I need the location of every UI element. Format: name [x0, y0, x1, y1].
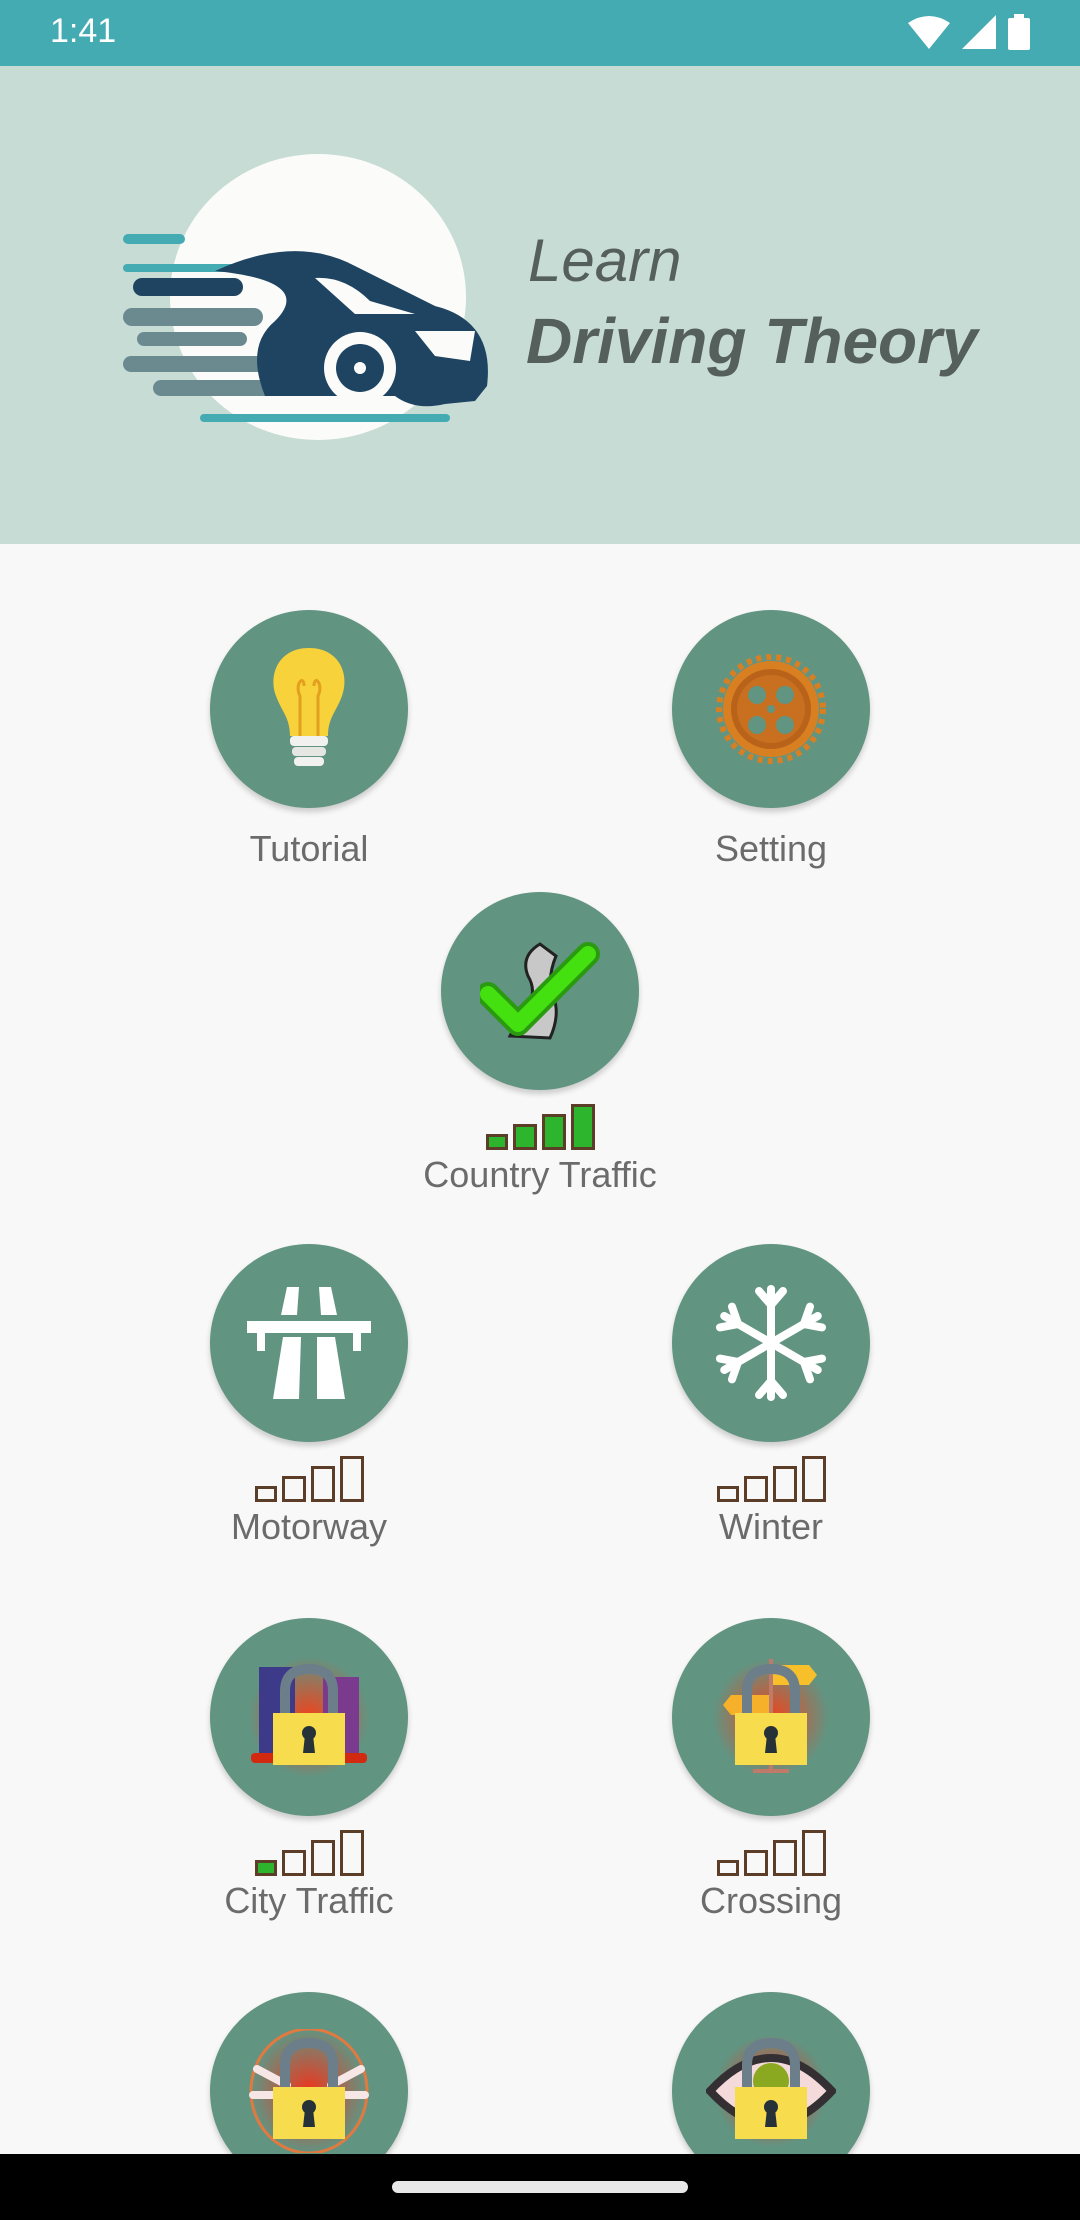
wifi-icon: [908, 16, 950, 49]
tutorial-label: Tutorial: [249, 828, 369, 869]
menu-item-motorway[interactable]: Motorway: [179, 1244, 439, 1548]
menu-item-country-traffic[interactable]: Country Traffic: [410, 892, 670, 1196]
motorway-icon: [247, 1287, 371, 1399]
menu-item-tutorial[interactable]: Tutorial: [179, 610, 439, 870]
app-title-learn: Learn: [528, 227, 682, 294]
home-gesture-handle[interactable]: [392, 2181, 688, 2193]
winter-button[interactable]: [672, 1244, 870, 1442]
progress-level-3: [541, 1114, 566, 1150]
progress-bars: [179, 1830, 439, 1876]
progress-bars: [641, 1830, 901, 1876]
winter-label: Winter: [718, 1506, 823, 1547]
city-padlock-icon: [249, 1657, 369, 1777]
menu-item-city-traffic[interactable]: City Traffic: [179, 1618, 439, 1922]
progress-level-4: [339, 1830, 364, 1876]
navigation-bar: [0, 2154, 1080, 2220]
progress-level-1: [254, 1860, 277, 1876]
eye-padlock-icon: [706, 2035, 836, 2147]
app-header: Learn Driving Theory: [0, 66, 1080, 544]
tutorial-button[interactable]: [210, 610, 408, 808]
winding-road-checkmark-icon: [480, 942, 600, 1040]
setting-label: Setting: [714, 828, 828, 869]
progress-bars: [410, 1104, 670, 1150]
progress-level-3: [772, 1466, 797, 1502]
gear-icon: [716, 654, 826, 764]
city-traffic-button[interactable]: [210, 1618, 408, 1816]
progress-level-2: [512, 1124, 537, 1150]
crossing-label: Crossing: [699, 1880, 843, 1921]
progress-level-1: [716, 1860, 739, 1876]
progress-level-1: [485, 1134, 508, 1150]
crossing-button[interactable]: [672, 1618, 870, 1816]
menu-item-winter[interactable]: Winter: [641, 1244, 901, 1548]
app-title-main: Driving Theory: [526, 305, 978, 377]
progress-level-3: [310, 1466, 335, 1502]
menu-item-crossing[interactable]: Crossing: [641, 1618, 901, 1922]
progress-level-4: [801, 1456, 826, 1502]
status-time: 1:41: [50, 12, 117, 50]
status-bar: 1:41: [0, 0, 1080, 66]
progress-level-3: [310, 1840, 335, 1876]
motorway-button[interactable]: [210, 1244, 408, 1442]
battery-icon: [1008, 14, 1030, 50]
progress-bars: [641, 1456, 901, 1502]
progress-level-4: [570, 1104, 595, 1150]
country-traffic-button[interactable]: [441, 892, 639, 1090]
country-traffic-label: Country Traffic: [423, 1154, 657, 1195]
city-traffic-label: City Traffic: [224, 1880, 394, 1921]
lightbulb-icon: [273, 648, 345, 766]
setting-button[interactable]: [672, 610, 870, 808]
progress-bars: [179, 1456, 439, 1502]
progress-level-2: [281, 1476, 306, 1502]
motorway-label: Motorway: [230, 1506, 388, 1547]
progress-level-1: [254, 1486, 277, 1502]
progress-level-2: [281, 1850, 306, 1876]
speeding-car-logo-icon: [123, 234, 488, 422]
progress-level-4: [339, 1456, 364, 1502]
progress-level-3: [772, 1840, 797, 1876]
progress-level-4: [801, 1830, 826, 1876]
menu-item-setting[interactable]: Setting: [641, 610, 901, 870]
signpost-padlock-icon: [713, 1659, 829, 1775]
cellular-signal-icon: [962, 15, 996, 49]
progress-level-2: [743, 1476, 768, 1502]
snowflake-icon: [715, 1285, 827, 1401]
progress-level-2: [743, 1850, 768, 1876]
pedestrian-padlock-icon: [249, 2029, 369, 2153]
status-icons: [908, 14, 1030, 50]
progress-level-1: [716, 1486, 739, 1502]
